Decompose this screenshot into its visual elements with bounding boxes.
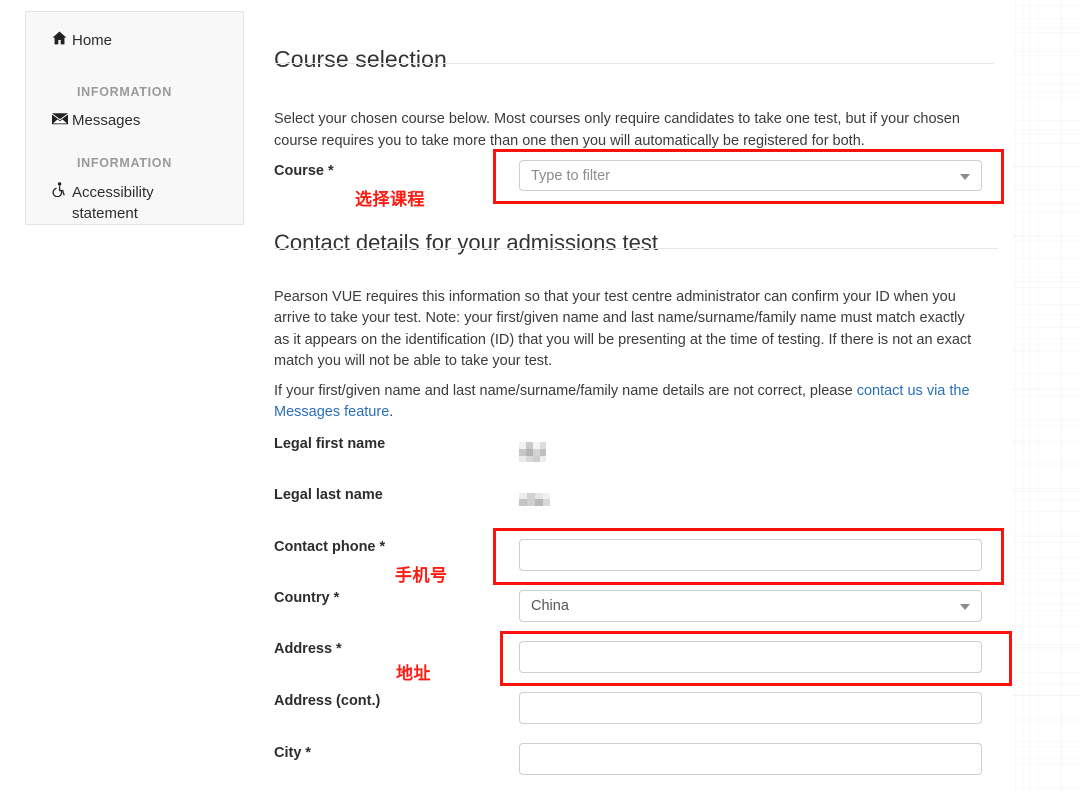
envelope-icon [52, 110, 72, 131]
sidebar-item-home-label: Home [72, 30, 112, 51]
section-divider [274, 248, 998, 249]
legal-last-name-label: Legal last name [274, 487, 383, 503]
sidebar-section-heading-1: INFORMATION [77, 85, 172, 99]
sidebar-item-home[interactable]: Home [26, 30, 112, 51]
address-annotation: 地址 [396, 659, 431, 684]
home-icon [52, 30, 72, 51]
sidebar-item-accessibility-label: Accessibility statement [72, 182, 211, 224]
paragraph-name-correction: If your first/given name and last name/s… [274, 381, 980, 424]
legal-first-name-label: Legal first name [274, 436, 385, 452]
sidebar: Home INFORMATION Messages INFORMATION [25, 11, 244, 225]
page-title: Course selection [274, 46, 447, 73]
paragraph-name-correction-after: . [389, 404, 393, 420]
sidebar-item-messages[interactable]: Messages [26, 110, 140, 131]
section-title-contact-details: Contact details for your admissions test [274, 230, 658, 256]
contact-phone-label: Contact phone * [274, 539, 385, 555]
paragraph-pearson-vue: Pearson VUE requires this information so… [274, 287, 982, 373]
country-label: Country * [274, 590, 339, 606]
title-divider [274, 63, 994, 64]
sidebar-item-messages-label: Messages [72, 110, 140, 131]
address-cont-input[interactable] [519, 692, 982, 724]
contact-phone-input[interactable] [519, 539, 982, 571]
city-input[interactable] [519, 743, 982, 775]
country-select-wrapper[interactable] [519, 590, 982, 622]
city-label: City * [274, 745, 311, 761]
address-input[interactable] [519, 641, 982, 673]
address-label: Address * [274, 641, 342, 657]
intro-paragraph: Select your chosen course below. Most co… [274, 108, 980, 152]
course-label: Course * [274, 163, 334, 179]
sidebar-section-heading-2: INFORMATION [77, 156, 172, 170]
sidebar-item-accessibility-statement[interactable]: Accessibility statement [26, 182, 211, 224]
course-annotation: 选择课程 [355, 185, 425, 210]
paragraph-name-correction-before: If your first/given name and last name/s… [274, 383, 857, 399]
contact-phone-annotation: 手机号 [395, 561, 448, 586]
address-cont-label: Address (cont.) [274, 693, 380, 709]
main-content: Course selection Select your chosen cour… [274, 0, 1012, 792]
course-select-wrapper[interactable] [519, 160, 982, 191]
course-select-input[interactable] [519, 160, 982, 191]
accessibility-icon [52, 182, 72, 203]
country-select-input[interactable] [519, 590, 982, 622]
page-root: Home INFORMATION Messages INFORMATION [0, 0, 1080, 792]
